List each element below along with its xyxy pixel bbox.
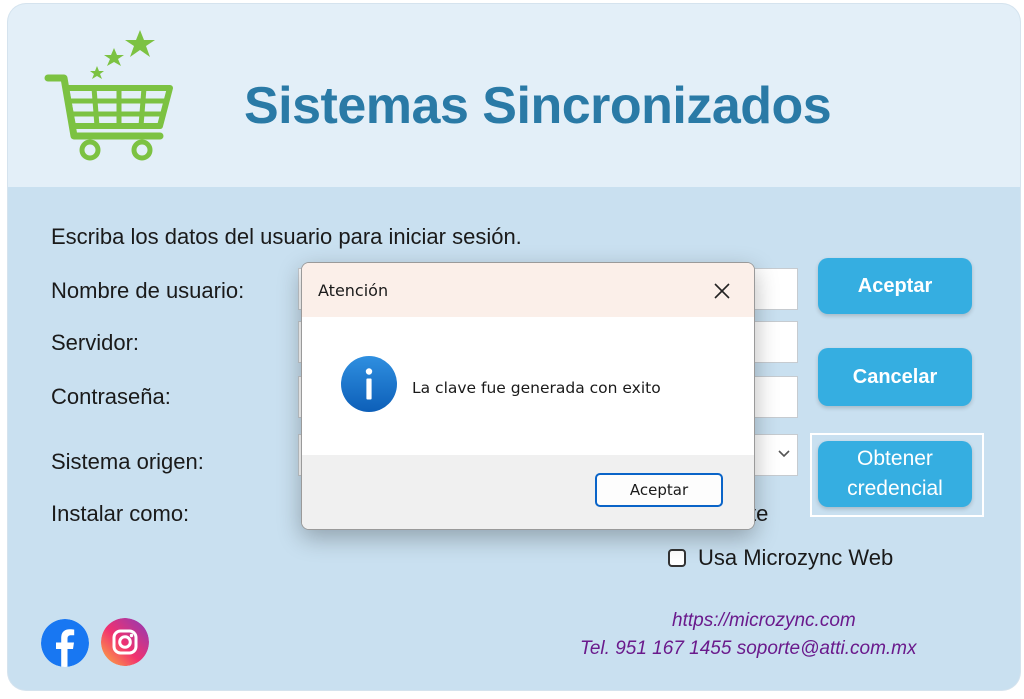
facebook-icon[interactable]	[41, 619, 89, 667]
header: Sistemas Sincronizados	[8, 4, 1020, 187]
accept-button[interactable]: Aceptar	[818, 258, 972, 314]
chevron-down-icon	[778, 450, 790, 458]
contact-info: Tel. 951 167 1455 soporte@atti.com.mx	[580, 638, 917, 659]
get-credential-button[interactable]: Obtener credencial	[818, 441, 972, 507]
dialog-footer: Aceptar	[302, 455, 754, 529]
close-icon[interactable]	[706, 275, 738, 307]
instructions-text: Escriba los datos del usuario para inici…	[51, 224, 522, 249]
install-as-label: Instalar como:	[51, 501, 190, 526]
app-title: Sistemas Sincronizados	[244, 77, 832, 135]
dialog-body: La clave fue generada con exito	[302, 317, 754, 455]
alert-dialog: Atención La clave fue generada con exito…	[301, 262, 755, 530]
shopping-cart-logo-icon	[44, 30, 173, 161]
password-label: Contraseña:	[51, 384, 171, 409]
dialog-message: La clave fue generada con exito	[412, 379, 661, 397]
microzync-web-checkbox-row[interactable]: Usa Microzync Web	[668, 545, 893, 571]
microzync-web-checkbox[interactable]	[668, 549, 686, 567]
get-credential-line2: credencial	[847, 477, 943, 500]
cancel-button[interactable]: Cancelar	[818, 348, 972, 406]
info-icon	[341, 356, 397, 412]
get-credential-line1: Obtener	[857, 447, 933, 470]
origin-system-label: Sistema origen:	[51, 449, 204, 474]
microzync-web-label: Usa Microzync Web	[698, 545, 894, 570]
instagram-icon[interactable]	[101, 618, 149, 666]
website-link[interactable]: https://microzync.com	[672, 610, 856, 632]
dialog-ok-button[interactable]: Aceptar	[595, 473, 723, 507]
username-label: Nombre de usuario:	[51, 278, 245, 303]
dialog-titlebar: Atención	[302, 263, 754, 317]
server-label: Servidor:	[51, 330, 140, 355]
dialog-title: Atención	[318, 281, 389, 300]
